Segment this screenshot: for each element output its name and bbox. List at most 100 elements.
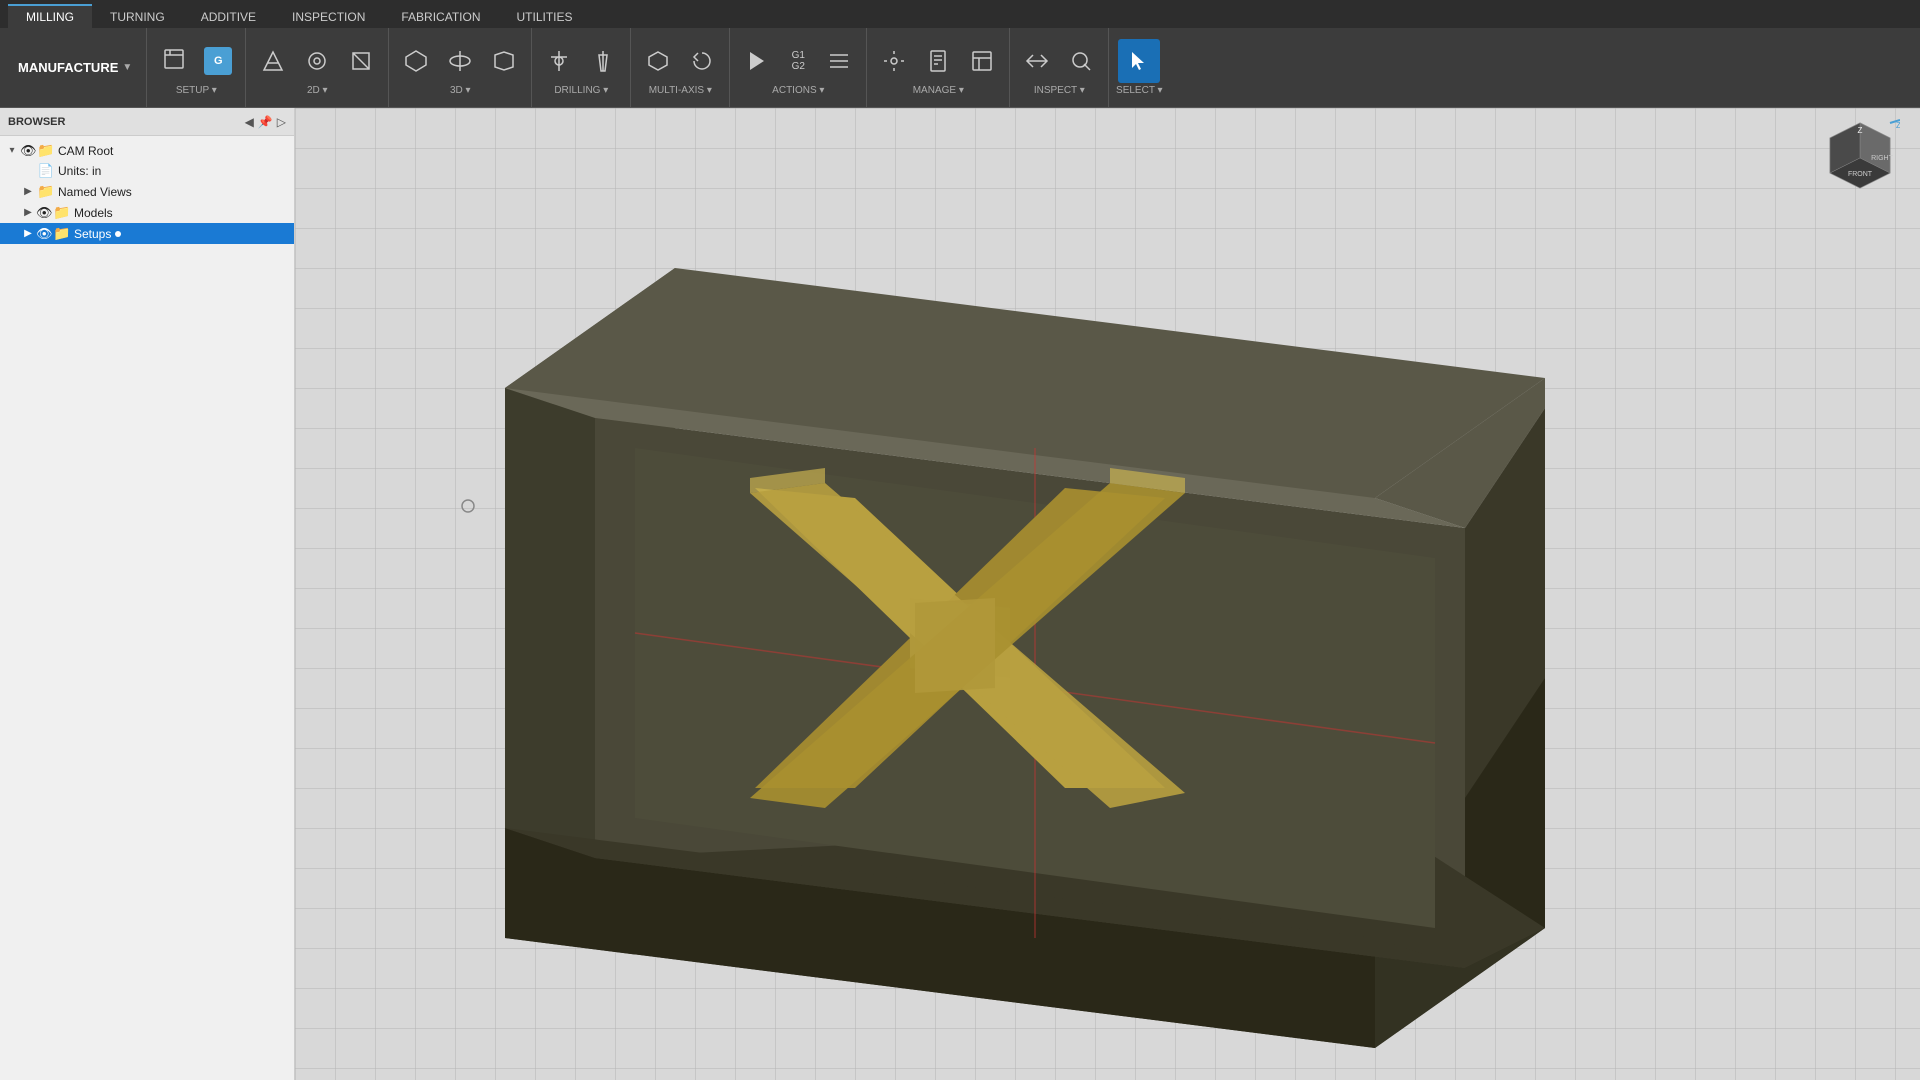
tab-inspection[interactable]: INSPECTION [274,4,383,28]
select-label: SELECT ▾ [1116,85,1163,96]
browser-expand-btn[interactable]: ▷ [277,115,286,129]
tree-label-setups: Setups [74,227,111,241]
tree-expand-models[interactable]: ▶ [20,207,36,218]
tree-label-models: Models [74,206,113,220]
simulate-icon [745,49,769,73]
svg-text:FRONT: FRONT [1848,171,1873,178]
tree-eye-models[interactable]: 👁 [36,205,52,221]
tree-label-cam-root: CAM Root [58,144,113,158]
3d-btn3[interactable] [483,39,525,83]
top-tabs: MILLING TURNING ADDITIVE INSPECTION FABR… [0,0,1920,28]
g1-btn[interactable]: G1 G2 [780,43,816,79]
tree-item-cam-root[interactable]: ▾ 👁 📁 CAM Root [0,140,294,161]
list-btn[interactable] [818,39,860,83]
2d-buttons [252,39,382,83]
simulate-btn[interactable] [736,39,778,83]
tree-expand-named-views[interactable]: ▶ [20,186,36,197]
drill-icon1 [547,49,571,73]
tree-expand-setups[interactable]: ▶ [20,228,36,239]
drilling-group: DRILLING ▾ [532,28,631,107]
manage-icon2 [926,49,950,73]
setup-group: G SETUP ▾ [147,28,246,107]
2d-group: 2D ▾ [246,28,389,107]
actions-buttons: G1 G2 [736,39,860,83]
drilling-buttons [538,39,624,83]
manage-btn3[interactable] [961,39,1003,83]
actions-label: ACTIONS ▾ [772,85,824,96]
manage-btn1[interactable] [873,39,915,83]
inspect-label: INSPECT ▾ [1034,85,1085,96]
2d-icon3 [349,49,373,73]
3d-label: 3D ▾ [450,85,471,96]
tab-utilities[interactable]: UTILITIES [499,4,591,28]
tree-folder-models: 📁 [52,204,72,221]
viewport[interactable]: FRONT RIGHT Z Z [295,108,1920,1080]
tree-folder-setups: 📁 [52,225,72,242]
manage-buttons [873,39,1003,83]
tree-eye-setups[interactable]: 👁 [36,226,52,242]
manage-group: MANAGE ▾ [867,28,1010,107]
3d-buttons [395,39,525,83]
drilling-label: DRILLING ▾ [554,85,608,96]
setup-btn[interactable] [153,39,195,83]
rim-left [505,388,595,858]
main-area: BROWSER ◀ 📌 ▷ ▾ 👁 📁 CAM Root 📄 Units: in [0,108,1920,1080]
tree-item-models[interactable]: ▶ 👁 📁 Models [0,202,294,223]
svg-text:Z: Z [1896,121,1900,130]
3d-model-svg [295,108,1920,1080]
tree-eye-cam-root[interactable]: 👁 [20,143,36,159]
multiaxis-buttons [637,39,723,83]
3d-btn1[interactable] [395,39,437,83]
inspect-btn1[interactable] [1016,39,1058,83]
3d-icon3 [492,49,516,73]
manufacture-button[interactable]: MANUFACTURE ▼ [10,32,140,103]
select-btn[interactable] [1118,39,1160,83]
tree-item-units[interactable]: 📄 Units: in [0,161,294,181]
drilling-btn2[interactable] [582,39,624,83]
multiaxis-group: MULTI-AXIS ▾ [631,28,730,107]
svg-text:Z: Z [1858,126,1863,135]
browser-header: BROWSER ◀ 📌 ▷ [0,108,294,136]
2d-btn2[interactable] [296,39,338,83]
origin-marker [462,500,474,512]
browser-back-btn[interactable]: ◀ [245,115,254,129]
tab-turning[interactable]: TURNING [92,4,183,28]
drilling-btn1[interactable] [538,39,580,83]
inspect-buttons [1016,39,1102,83]
tree-label-named-views: Named Views [58,185,132,199]
tab-milling[interactable]: MILLING [8,4,92,28]
drill-icon2 [591,49,615,73]
3d-group: 3D ▾ [389,28,532,107]
manage-icon1 [882,49,906,73]
multiaxis-icon1 [646,49,670,73]
3d-btn2[interactable] [439,39,481,83]
2d-icon1 [261,49,285,73]
tree-item-setups[interactable]: ▶ 👁 📁 Setups [0,223,294,244]
multiaxis-btn1[interactable] [637,39,679,83]
tree-folder-cam-root: 📁 [36,142,56,159]
g-code-btn[interactable]: G [197,39,239,83]
3d-icon1 [404,49,428,73]
tree-file-units: 📄 [36,163,56,179]
tree-item-named-views[interactable]: ▶ 📁 Named Views [0,181,294,202]
manage-btn2[interactable] [917,39,959,83]
tree-expand-cam-root[interactable]: ▾ [4,145,20,156]
inspect-group: INSPECT ▾ [1010,28,1109,107]
gcode-icon: G [204,47,232,75]
inspect-icon2 [1069,49,1093,73]
2d-btn1[interactable] [252,39,294,83]
2d-btn3[interactable] [340,39,382,83]
tab-additive[interactable]: ADDITIVE [183,4,274,28]
browser-pin-btn[interactable]: 📌 [258,115,273,129]
multiaxis-btn2[interactable] [681,39,723,83]
inspect-btn2[interactable] [1060,39,1102,83]
tab-fabrication[interactable]: FABRICATION [383,4,498,28]
multiaxis-label: MULTI-AXIS ▾ [649,85,712,96]
2d-label: 2D ▾ [307,85,328,96]
manufacture-group: MANUFACTURE ▼ [4,28,147,107]
browser-title: BROWSER [8,116,245,128]
actions-group: G1 G2 ACTIONS ▾ [730,28,867,107]
manage-label: MANAGE ▾ [913,85,964,96]
toolbar: MANUFACTURE ▼ G SETUP ▾ [0,28,1920,108]
select-buttons [1118,39,1160,83]
